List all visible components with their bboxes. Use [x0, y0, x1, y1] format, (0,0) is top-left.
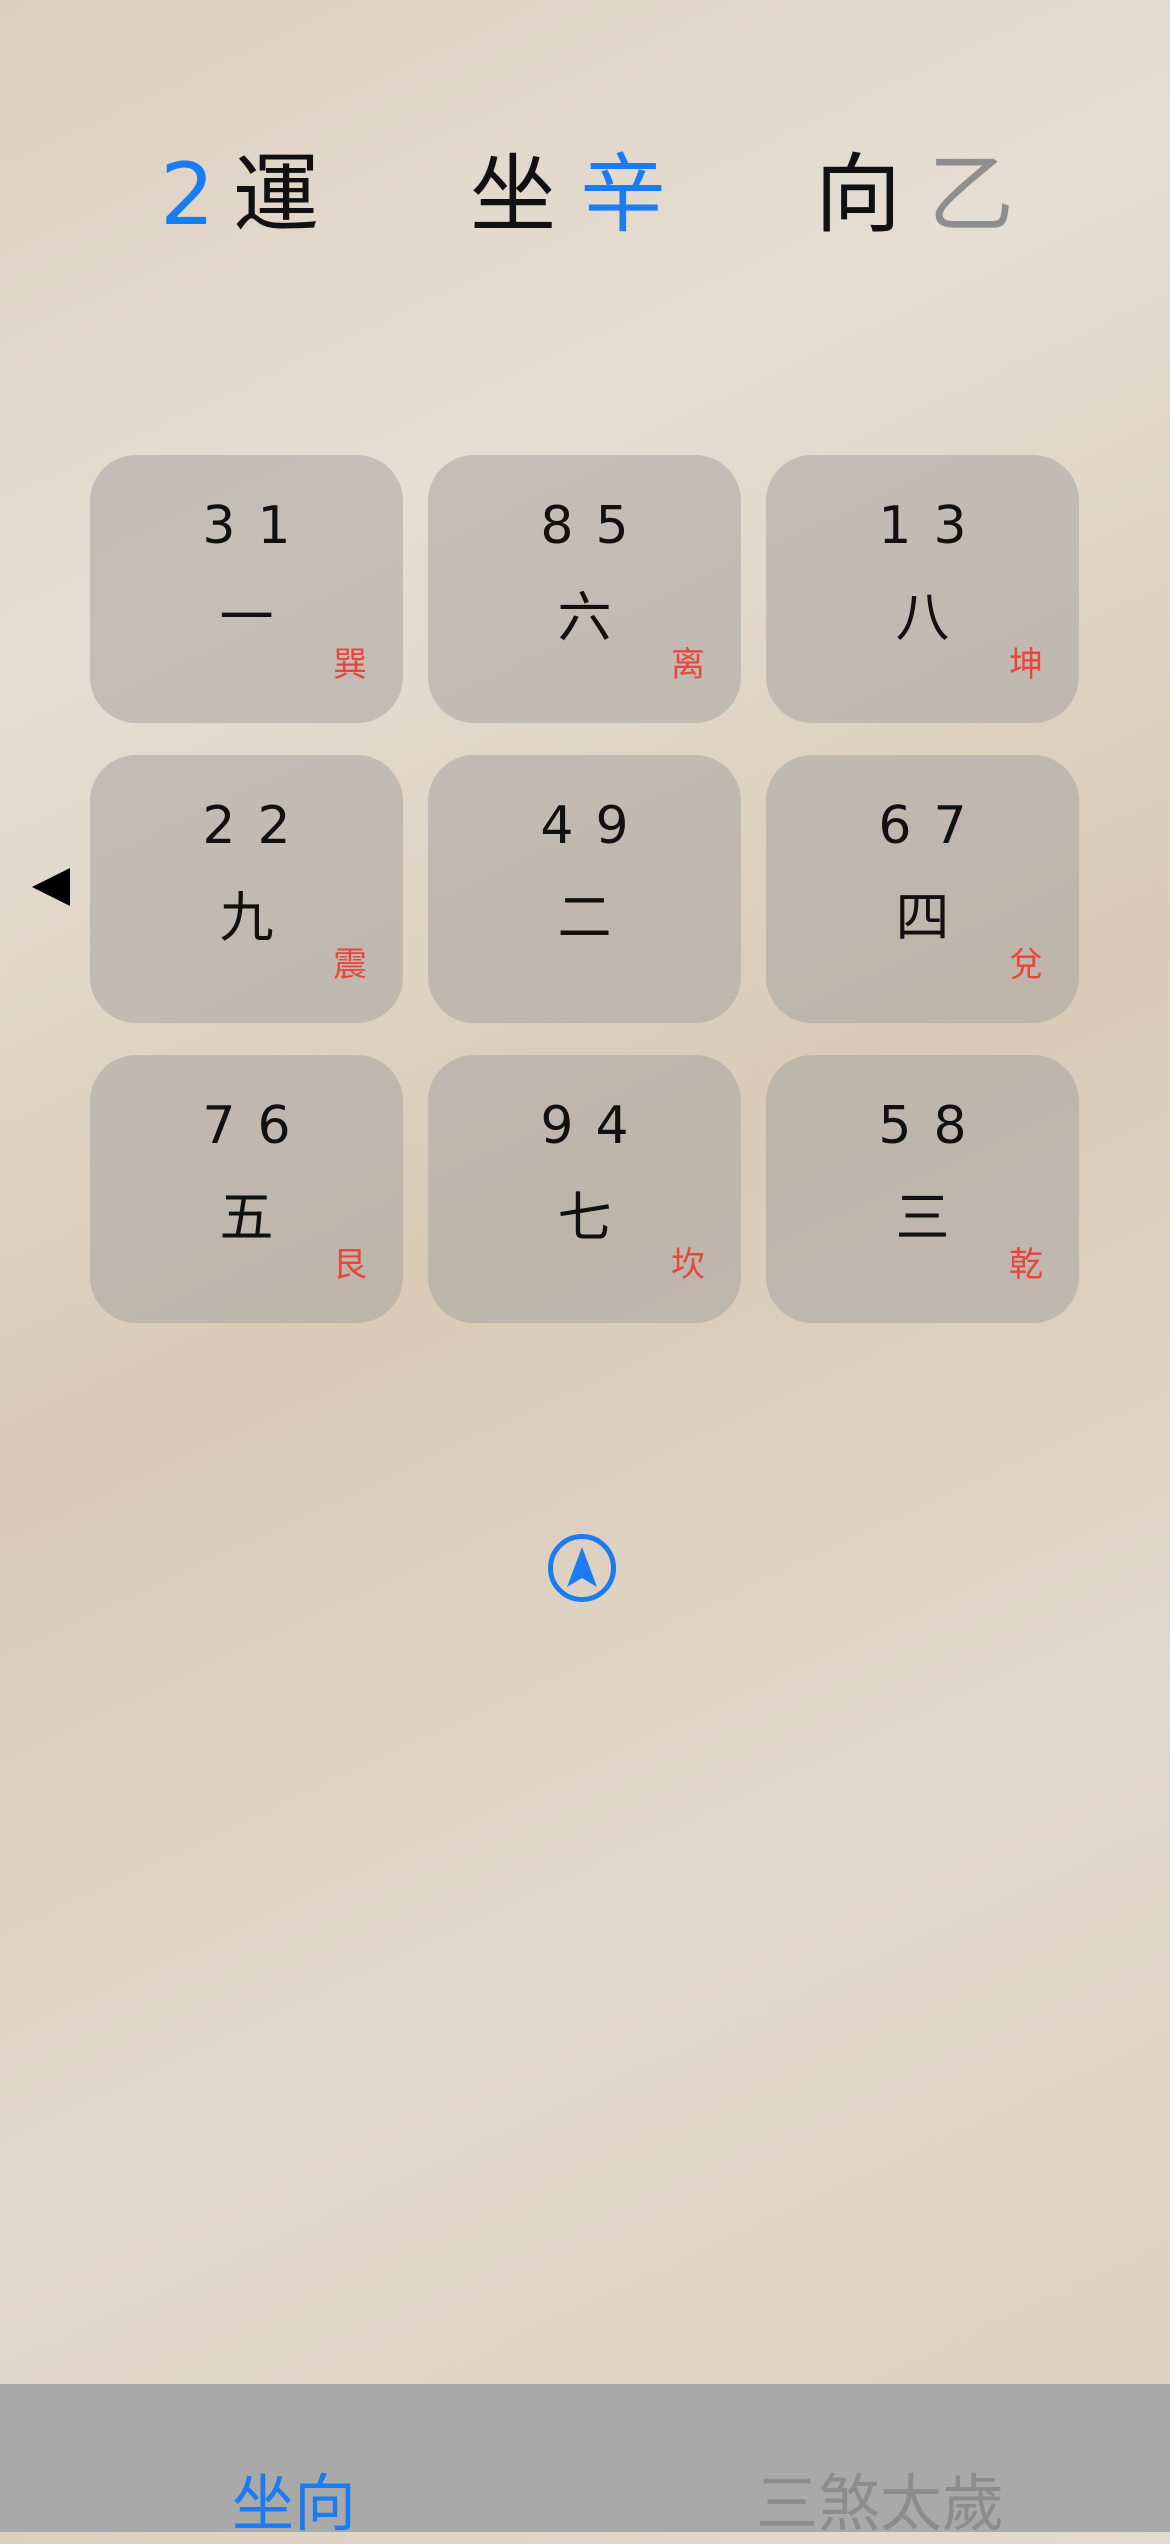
- trigram-label: 坎: [671, 1245, 705, 1285]
- tab-three-killings-tai-sui[interactable]: 三煞太歲: [756, 2464, 1004, 2544]
- water-star: 9: [595, 796, 651, 856]
- tab-bar: 坐向 三煞太歲: [0, 2384, 1170, 2540]
- grid-cell-northwest[interactable]: 58 三 乾: [766, 1055, 1079, 1323]
- water-star: 5: [595, 496, 651, 556]
- trigram-label: 震: [333, 945, 367, 985]
- grid-cell-east[interactable]: 22 九 震: [90, 755, 403, 1023]
- grid-cell-southwest[interactable]: 13 八 坤: [766, 455, 1079, 723]
- trigram-label: 乾: [1009, 1245, 1043, 1285]
- cell-star-numbers: 31: [90, 493, 403, 559]
- water-star: 3: [933, 496, 989, 556]
- period-label: 運: [233, 145, 319, 245]
- tab-sitting-facing[interactable]: 坐向: [232, 2464, 356, 2544]
- cell-star-numbers: 13: [766, 493, 1079, 559]
- water-star: 2: [257, 796, 313, 856]
- period-number: 2: [160, 145, 215, 245]
- mountain-star: 6: [878, 796, 934, 856]
- grid-cell-south[interactable]: 85 六 离: [428, 455, 741, 723]
- mountain-star: 5: [878, 1096, 934, 1156]
- mountain-star: 3: [202, 496, 258, 556]
- left-pointer-icon[interactable]: [32, 868, 70, 906]
- grid-cell-center[interactable]: 49 二: [428, 755, 741, 1023]
- trigram-label: 离: [671, 645, 705, 685]
- trigram-label: 坤: [1009, 645, 1043, 685]
- water-star: 8: [933, 1096, 989, 1156]
- grid-cell-west[interactable]: 67 四 兌: [766, 755, 1079, 1023]
- cell-star-numbers: 49: [428, 793, 741, 859]
- mountain-star: 8: [540, 496, 596, 556]
- water-star: 7: [933, 796, 989, 856]
- mountain-star: 7: [202, 1096, 258, 1156]
- cell-star-numbers: 94: [428, 1093, 741, 1159]
- water-star: 4: [595, 1096, 651, 1156]
- grid-cell-northeast[interactable]: 76 五 艮: [90, 1055, 403, 1323]
- water-star: 1: [257, 496, 313, 556]
- grid-cell-north[interactable]: 94 七 坎: [428, 1055, 741, 1323]
- location-arrow-glyph: [567, 1547, 597, 1587]
- mountain-star: 9: [540, 1096, 596, 1156]
- cell-star-numbers: 22: [90, 793, 403, 859]
- trigram-label: 兌: [1009, 945, 1043, 985]
- period-star: 二: [557, 886, 612, 949]
- sitting-label: 坐: [470, 145, 556, 245]
- cell-star-numbers: 76: [90, 1093, 403, 1159]
- cell-star-numbers: 67: [766, 793, 1079, 859]
- cell-star-numbers: 85: [428, 493, 741, 559]
- water-star: 6: [257, 1096, 313, 1156]
- sitting-value[interactable]: 辛: [580, 140, 666, 250]
- facing-value: 乙: [928, 145, 1014, 245]
- mountain-star: 1: [878, 496, 934, 556]
- grid-cell-southeast[interactable]: 31 一 巽: [90, 455, 403, 723]
- trigram-label: 巽: [333, 645, 367, 685]
- header: 2 運 坐 辛 向 乙: [0, 140, 1170, 250]
- location-arrow-icon[interactable]: [548, 1534, 616, 1602]
- flying-star-grid: 31 一 巽 85 六 离 13 八 坤 22 九 震 49 二 67 四 兌 …: [90, 455, 1080, 1323]
- mountain-star: 4: [540, 796, 596, 856]
- trigram-label: 艮: [333, 1245, 367, 1285]
- mountain-star: 2: [202, 796, 258, 856]
- facing-label: 向: [815, 145, 901, 245]
- cell-star-numbers: 58: [766, 1093, 1079, 1159]
